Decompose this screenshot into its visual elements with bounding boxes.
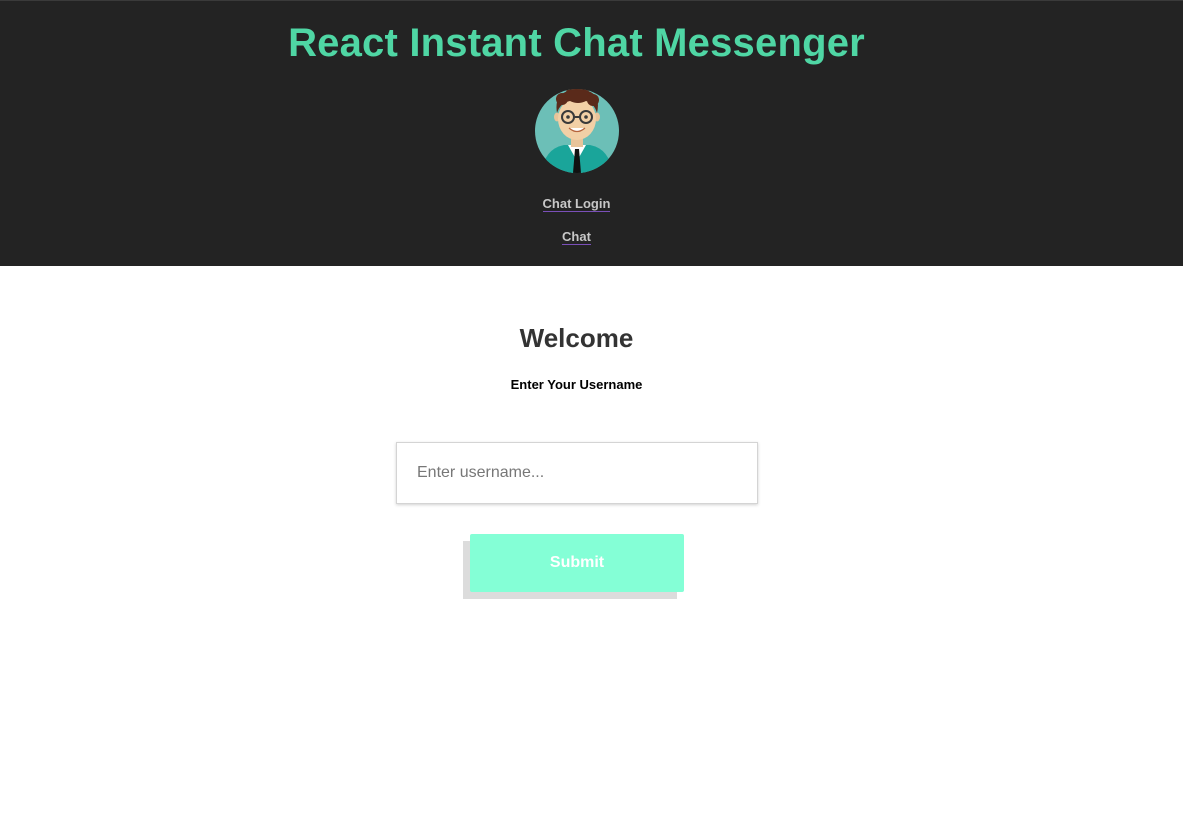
nav-link-chat[interactable]: Chat <box>0 229 1153 245</box>
submit-button[interactable]: Submit <box>470 534 684 592</box>
username-prompt: Enter Your Username <box>510 377 643 392</box>
nav-link-chat-login[interactable]: Chat Login <box>0 196 1153 212</box>
app-title: React Instant Chat Messenger <box>288 21 865 65</box>
nav-link-chat-label[interactable]: Chat <box>562 229 591 245</box>
app-header: React Instant Chat Messenger Chat Login … <box>0 0 1183 266</box>
nav-link-chat-login-label[interactable]: Chat Login <box>542 196 611 212</box>
cartoon-man-avatar-icon <box>535 89 619 173</box>
username-input[interactable] <box>396 442 758 504</box>
welcome-heading: Welcome <box>519 323 634 353</box>
